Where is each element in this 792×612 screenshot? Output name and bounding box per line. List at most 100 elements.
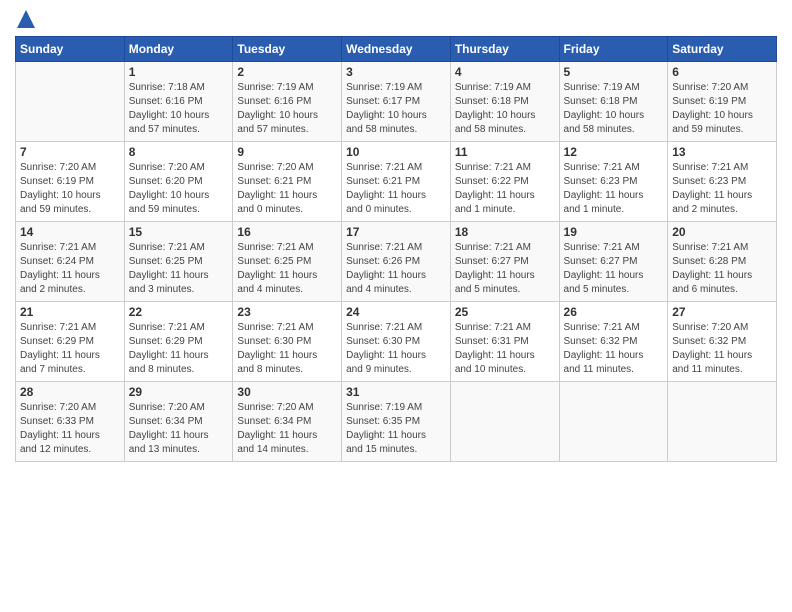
calendar-cell: 6Sunrise: 7:20 AMSunset: 6:19 PMDaylight… xyxy=(668,62,777,142)
day-info: Sunrise: 7:19 AMSunset: 6:18 PMDaylight:… xyxy=(455,81,555,137)
day-number: 4 xyxy=(455,65,555,79)
day-number: 21 xyxy=(20,305,120,319)
calendar-cell: 2Sunrise: 7:19 AMSunset: 6:16 PMDaylight… xyxy=(233,62,342,142)
calendar-cell: 29Sunrise: 7:20 AMSunset: 6:34 PMDayligh… xyxy=(124,382,233,462)
day-header-tuesday: Tuesday xyxy=(233,37,342,62)
calendar-cell: 27 Sunrise: 7:20 AMSunset: 6:32 PMDayligh… xyxy=(668,302,777,382)
calendar-week-row: 1 Sunrise: 7:18 AMSunset: 6:16 PMDaylight… xyxy=(16,62,777,142)
day-info: Sunrise: 7:21 AMSunset: 6:23 PMDaylight:… xyxy=(564,161,664,217)
day-number: 14 xyxy=(20,225,120,239)
day-info: Sunrise: 7:21 AMSunset: 6:22 PMDaylight:… xyxy=(455,161,555,217)
calendar-cell: 28Sunrise: 7:20 AMSunset: 6:33 PMDayligh… xyxy=(16,382,125,462)
day-info: Sunrise: 7:19 AMSunset: 6:35 PMDaylight:… xyxy=(346,401,446,457)
day-number: 17 xyxy=(346,225,446,239)
calendar-cell: 13 Sunrise: 7:21 AMSunset: 6:23 PMDayligh… xyxy=(668,142,777,222)
calendar-cell: 24 Sunrise: 7:21 AMSunset: 6:30 PMDayligh… xyxy=(342,302,451,382)
calendar-cell: 21Sunrise: 7:21 AMSunset: 6:29 PMDayligh… xyxy=(16,302,125,382)
day-header-thursday: Thursday xyxy=(450,37,559,62)
day-info: Sunrise: 7:21 AMSunset: 6:29 PMDaylight:… xyxy=(129,321,229,377)
calendar-week-row: 7 Sunrise: 7:20 AMSunset: 6:19 PMDaylight… xyxy=(16,142,777,222)
calendar-cell: 17 Sunrise: 7:21 AMSunset: 6:26 PMDayligh… xyxy=(342,222,451,302)
calendar-cell: 22 Sunrise: 7:21 AMSunset: 6:29 PMDayligh… xyxy=(124,302,233,382)
logo-icon xyxy=(17,10,35,28)
calendar-cell: 31 Sunrise: 7:19 AMSunset: 6:35 PMDayligh… xyxy=(342,382,451,462)
day-info: Sunrise: 7:21 AMSunset: 6:30 PMDaylight:… xyxy=(346,321,446,377)
calendar-cell: 16 Sunrise: 7:21 AMSunset: 6:25 PMDayligh… xyxy=(233,222,342,302)
calendar-cell: 3Sunrise: 7:19 AMSunset: 6:17 PMDaylight… xyxy=(342,62,451,142)
calendar-cell: 15 Sunrise: 7:21 AMSunset: 6:25 PMDayligh… xyxy=(124,222,233,302)
day-number: 22 xyxy=(129,305,229,319)
day-info: Sunrise: 7:19 AMSunset: 6:17 PMDaylight:… xyxy=(346,81,446,137)
day-header-monday: Monday xyxy=(124,37,233,62)
calendar-week-row: 14 Sunrise: 7:21 AMSunset: 6:24 PMDayligh… xyxy=(16,222,777,302)
day-number: 23 xyxy=(237,305,337,319)
day-info: Sunrise: 7:19 AMSunset: 6:18 PMDaylight:… xyxy=(564,81,664,137)
day-number: 2 xyxy=(237,65,337,79)
day-number: 19 xyxy=(564,225,664,239)
day-number: 27 xyxy=(672,305,772,319)
calendar-cell: 23 Sunrise: 7:21 AMSunset: 6:30 PMDayligh… xyxy=(233,302,342,382)
day-number: 15 xyxy=(129,225,229,239)
day-info: Sunrise: 7:20 AMSunset: 6:21 PMDaylight:… xyxy=(237,161,337,217)
day-info: Sunrise: 7:21 AMSunset: 6:27 PMDaylight:… xyxy=(455,241,555,297)
calendar-cell xyxy=(668,382,777,462)
day-number: 1 xyxy=(129,65,229,79)
day-info: Sunrise: 7:21 AMSunset: 6:30 PMDaylight:… xyxy=(237,321,337,377)
day-info: Sunrise: 7:21 AMSunset: 6:28 PMDaylight:… xyxy=(672,241,772,297)
day-info: Sunrise: 7:21 AMSunset: 6:25 PMDaylight:… xyxy=(129,241,229,297)
calendar-cell: 9 Sunrise: 7:20 AMSunset: 6:21 PMDaylight… xyxy=(233,142,342,222)
day-header-sunday: Sunday xyxy=(16,37,125,62)
calendar-cell xyxy=(450,382,559,462)
day-header-wednesday: Wednesday xyxy=(342,37,451,62)
day-number: 16 xyxy=(237,225,337,239)
day-info: Sunrise: 7:21 AMSunset: 6:26 PMDaylight:… xyxy=(346,241,446,297)
day-info: Sunrise: 7:21 AMSunset: 6:24 PMDaylight:… xyxy=(20,241,120,297)
day-info: Sunrise: 7:21 AMSunset: 6:27 PMDaylight:… xyxy=(564,241,664,297)
calendar-cell: 11 Sunrise: 7:21 AMSunset: 6:22 PMDayligh… xyxy=(450,142,559,222)
day-number: 7 xyxy=(20,145,120,159)
day-info: Sunrise: 7:21 AMSunset: 6:25 PMDaylight:… xyxy=(237,241,337,297)
day-info: Sunrise: 7:20 AMSunset: 6:32 PMDaylight:… xyxy=(672,321,772,377)
day-number: 10 xyxy=(346,145,446,159)
calendar-header-row: SundayMondayTuesdayWednesdayThursdayFrid… xyxy=(16,37,777,62)
day-number: 18 xyxy=(455,225,555,239)
calendar-cell: 25 Sunrise: 7:21 AMSunset: 6:31 PMDayligh… xyxy=(450,302,559,382)
day-info: Sunrise: 7:20 AMSunset: 6:19 PMDaylight:… xyxy=(20,161,120,217)
day-number: 24 xyxy=(346,305,446,319)
day-header-friday: Friday xyxy=(559,37,668,62)
day-info: Sunrise: 7:20 AMSunset: 6:34 PMDaylight:… xyxy=(237,401,337,457)
calendar-cell: 19 Sunrise: 7:21 AMSunset: 6:27 PMDayligh… xyxy=(559,222,668,302)
day-number: 25 xyxy=(455,305,555,319)
day-info: Sunrise: 7:20 AMSunset: 6:33 PMDaylight:… xyxy=(20,401,120,457)
logo-text xyxy=(15,10,35,28)
calendar-cell: 14 Sunrise: 7:21 AMSunset: 6:24 PMDayligh… xyxy=(16,222,125,302)
day-number: 13 xyxy=(672,145,772,159)
day-info: Sunrise: 7:18 AMSunset: 6:16 PMDaylight:… xyxy=(129,81,229,137)
calendar-cell: 30 Sunrise: 7:20 AMSunset: 6:34 PMDayligh… xyxy=(233,382,342,462)
day-number: 9 xyxy=(237,145,337,159)
calendar-cell: 20 Sunrise: 7:21 AMSunset: 6:28 PMDayligh… xyxy=(668,222,777,302)
day-number: 20 xyxy=(672,225,772,239)
day-info: Sunrise: 7:21 AMSunset: 6:31 PMDaylight:… xyxy=(455,321,555,377)
day-number: 11 xyxy=(455,145,555,159)
day-info: Sunrise: 7:20 AMSunset: 6:20 PMDaylight:… xyxy=(129,161,229,217)
header xyxy=(15,10,777,28)
day-info: Sunrise: 7:20 AMSunset: 6:19 PMDaylight:… xyxy=(672,81,772,137)
calendar-cell: 5 Sunrise: 7:19 AMSunset: 6:18 PMDaylight… xyxy=(559,62,668,142)
day-info: Sunrise: 7:21 AMSunset: 6:32 PMDaylight:… xyxy=(564,321,664,377)
day-number: 26 xyxy=(564,305,664,319)
calendar-cell: 26 Sunrise: 7:21 AMSunset: 6:32 PMDayligh… xyxy=(559,302,668,382)
calendar-cell: 7 Sunrise: 7:20 AMSunset: 6:19 PMDaylight… xyxy=(16,142,125,222)
calendar-cell: 18 Sunrise: 7:21 AMSunset: 6:27 PMDayligh… xyxy=(450,222,559,302)
day-number: 31 xyxy=(346,385,446,399)
page-container: SundayMondayTuesdayWednesdayThursdayFrid… xyxy=(0,0,792,472)
day-info: Sunrise: 7:21 AMSunset: 6:23 PMDaylight:… xyxy=(672,161,772,217)
calendar-cell xyxy=(16,62,125,142)
day-number: 5 xyxy=(564,65,664,79)
calendar-cell: 8 Sunrise: 7:20 AMSunset: 6:20 PMDaylight… xyxy=(124,142,233,222)
day-number: 30 xyxy=(237,385,337,399)
day-info: Sunrise: 7:21 AMSunset: 6:21 PMDaylight:… xyxy=(346,161,446,217)
day-number: 8 xyxy=(129,145,229,159)
logo xyxy=(15,10,35,28)
calendar-cell: 4 Sunrise: 7:19 AMSunset: 6:18 PMDaylight… xyxy=(450,62,559,142)
